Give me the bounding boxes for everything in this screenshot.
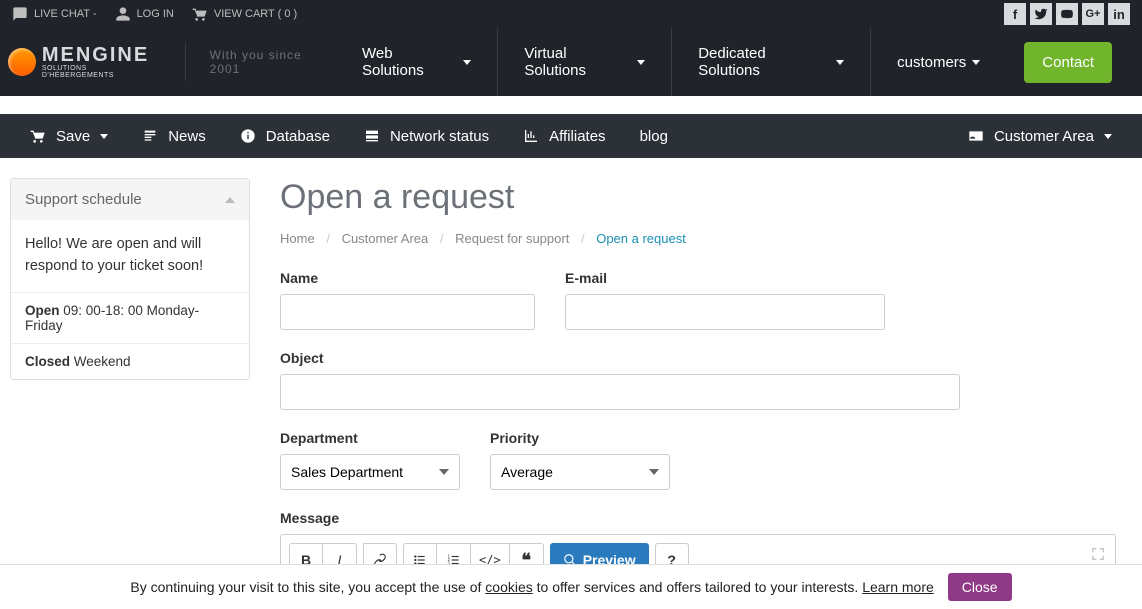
message-label: Message <box>280 510 1116 526</box>
priority-select[interactable]: Average <box>490 454 670 490</box>
department-select[interactable]: Sales Department <box>280 454 460 490</box>
chevron-down-icon <box>836 60 844 65</box>
nav-customers[interactable]: customers <box>870 28 1006 96</box>
nav-virtual-solutions[interactable]: Virtual Solutions <box>497 28 671 96</box>
top-utility-bar: LIVE CHAT - LOG IN VIEW CART ( 0 ) f G+ … <box>0 0 1142 28</box>
priority-label: Priority <box>490 430 670 446</box>
cookie-close-button[interactable]: Close <box>948 573 1012 601</box>
main-nav: Web Solutions Virtual Solutions Dedicate… <box>336 28 1006 96</box>
view-cart-link[interactable]: VIEW CART ( 0 ) <box>192 6 297 22</box>
id-card-icon <box>968 128 984 144</box>
nav-affiliates[interactable]: Affiliates <box>523 128 605 145</box>
contact-button[interactable]: Contact <box>1024 42 1112 83</box>
chevron-down-icon <box>637 60 645 65</box>
nav-network-status[interactable]: Network status <box>364 128 489 145</box>
expand-icon[interactable] <box>1091 547 1105 564</box>
nav-news[interactable]: News <box>142 128 206 145</box>
department-label: Department <box>280 430 460 446</box>
header: menGINE SOLUTIONS D'HÉBERGEMENTS With yo… <box>0 28 1142 96</box>
nav-dedicated-solutions[interactable]: Dedicated Solutions <box>671 28 870 96</box>
chevron-down-icon <box>100 134 108 139</box>
nav-web-solutions[interactable]: Web Solutions <box>336 28 497 96</box>
login-label: LOG IN <box>137 8 174 20</box>
facebook-icon[interactable]: f <box>1004 3 1026 25</box>
cookies-link[interactable]: cookies <box>485 579 532 595</box>
panel-header[interactable]: Support schedule <box>11 179 249 220</box>
learn-more-link[interactable]: Learn more <box>862 579 934 595</box>
schedule-closed-row: Closed Weekend <box>11 343 249 379</box>
twitter-icon[interactable] <box>1030 3 1052 25</box>
cookie-text: By continuing your visit to this site, y… <box>130 579 933 595</box>
page-title: Open a request <box>280 178 1116 217</box>
logo-mark-icon <box>8 48 36 76</box>
chat-icon <box>12 6 28 22</box>
news-icon <box>142 128 158 144</box>
nav-blog[interactable]: blog <box>640 128 668 145</box>
object-label: Object <box>280 350 960 366</box>
sidebar: Support schedule Hello! We are open and … <box>10 178 250 586</box>
user-icon <box>115 6 131 22</box>
live-chat-link[interactable]: LIVE CHAT - <box>12 6 97 22</box>
secondary-nav: Save News Database Network status Affili… <box>0 114 1142 158</box>
support-schedule-panel: Support schedule Hello! We are open and … <box>10 178 250 380</box>
chevron-down-icon <box>463 60 471 65</box>
crumb-home[interactable]: Home <box>280 231 315 246</box>
logo-text: menGINE <box>42 45 161 65</box>
panel-title: Support schedule <box>25 191 142 208</box>
info-icon <box>240 128 256 144</box>
crumb-customer-area[interactable]: Customer Area <box>342 231 429 246</box>
crumb-current: Open a request <box>596 231 686 246</box>
social-icons: f G+ in <box>1004 3 1130 25</box>
server-icon <box>364 128 380 144</box>
main-content: Open a request Home / Customer Area / Re… <box>280 178 1116 586</box>
chart-icon <box>523 128 539 144</box>
login-link[interactable]: LOG IN <box>115 6 174 22</box>
cookie-banner: By continuing your visit to this site, y… <box>0 564 1142 609</box>
googleplus-icon[interactable]: G+ <box>1082 3 1104 25</box>
nav-database[interactable]: Database <box>240 128 330 145</box>
email-label: E-mail <box>565 270 885 286</box>
logo-subtitle: SOLUTIONS D'HÉBERGEMENTS <box>42 65 161 79</box>
linkedin-icon[interactable]: in <box>1108 3 1130 25</box>
name-label: Name <box>280 270 535 286</box>
youtube-icon[interactable] <box>1056 3 1078 25</box>
chevron-down-icon <box>1104 134 1112 139</box>
tagline: With you since 2001 <box>210 48 336 76</box>
schedule-open-row: Open 09: 00-18: 00 Monday-Friday <box>11 292 249 343</box>
email-input[interactable] <box>565 294 885 330</box>
logo[interactable]: menGINE SOLUTIONS D'HÉBERGEMENTS <box>8 45 161 79</box>
panel-greeting: Hello! We are open and will respond to y… <box>11 220 249 292</box>
cart-icon <box>192 6 208 22</box>
cart-icon <box>30 128 46 144</box>
breadcrumb: Home / Customer Area / Request for suppo… <box>280 231 1116 246</box>
cart-label: VIEW CART ( 0 ) <box>214 8 297 20</box>
live-chat-label: LIVE CHAT - <box>34 8 97 20</box>
nav-save[interactable]: Save <box>30 128 108 145</box>
chevron-up-icon <box>225 197 235 203</box>
nav-customer-area[interactable]: Customer Area <box>968 128 1112 145</box>
name-input[interactable] <box>280 294 535 330</box>
crumb-support[interactable]: Request for support <box>455 231 569 246</box>
chevron-down-icon <box>972 60 980 65</box>
object-input[interactable] <box>280 374 960 410</box>
